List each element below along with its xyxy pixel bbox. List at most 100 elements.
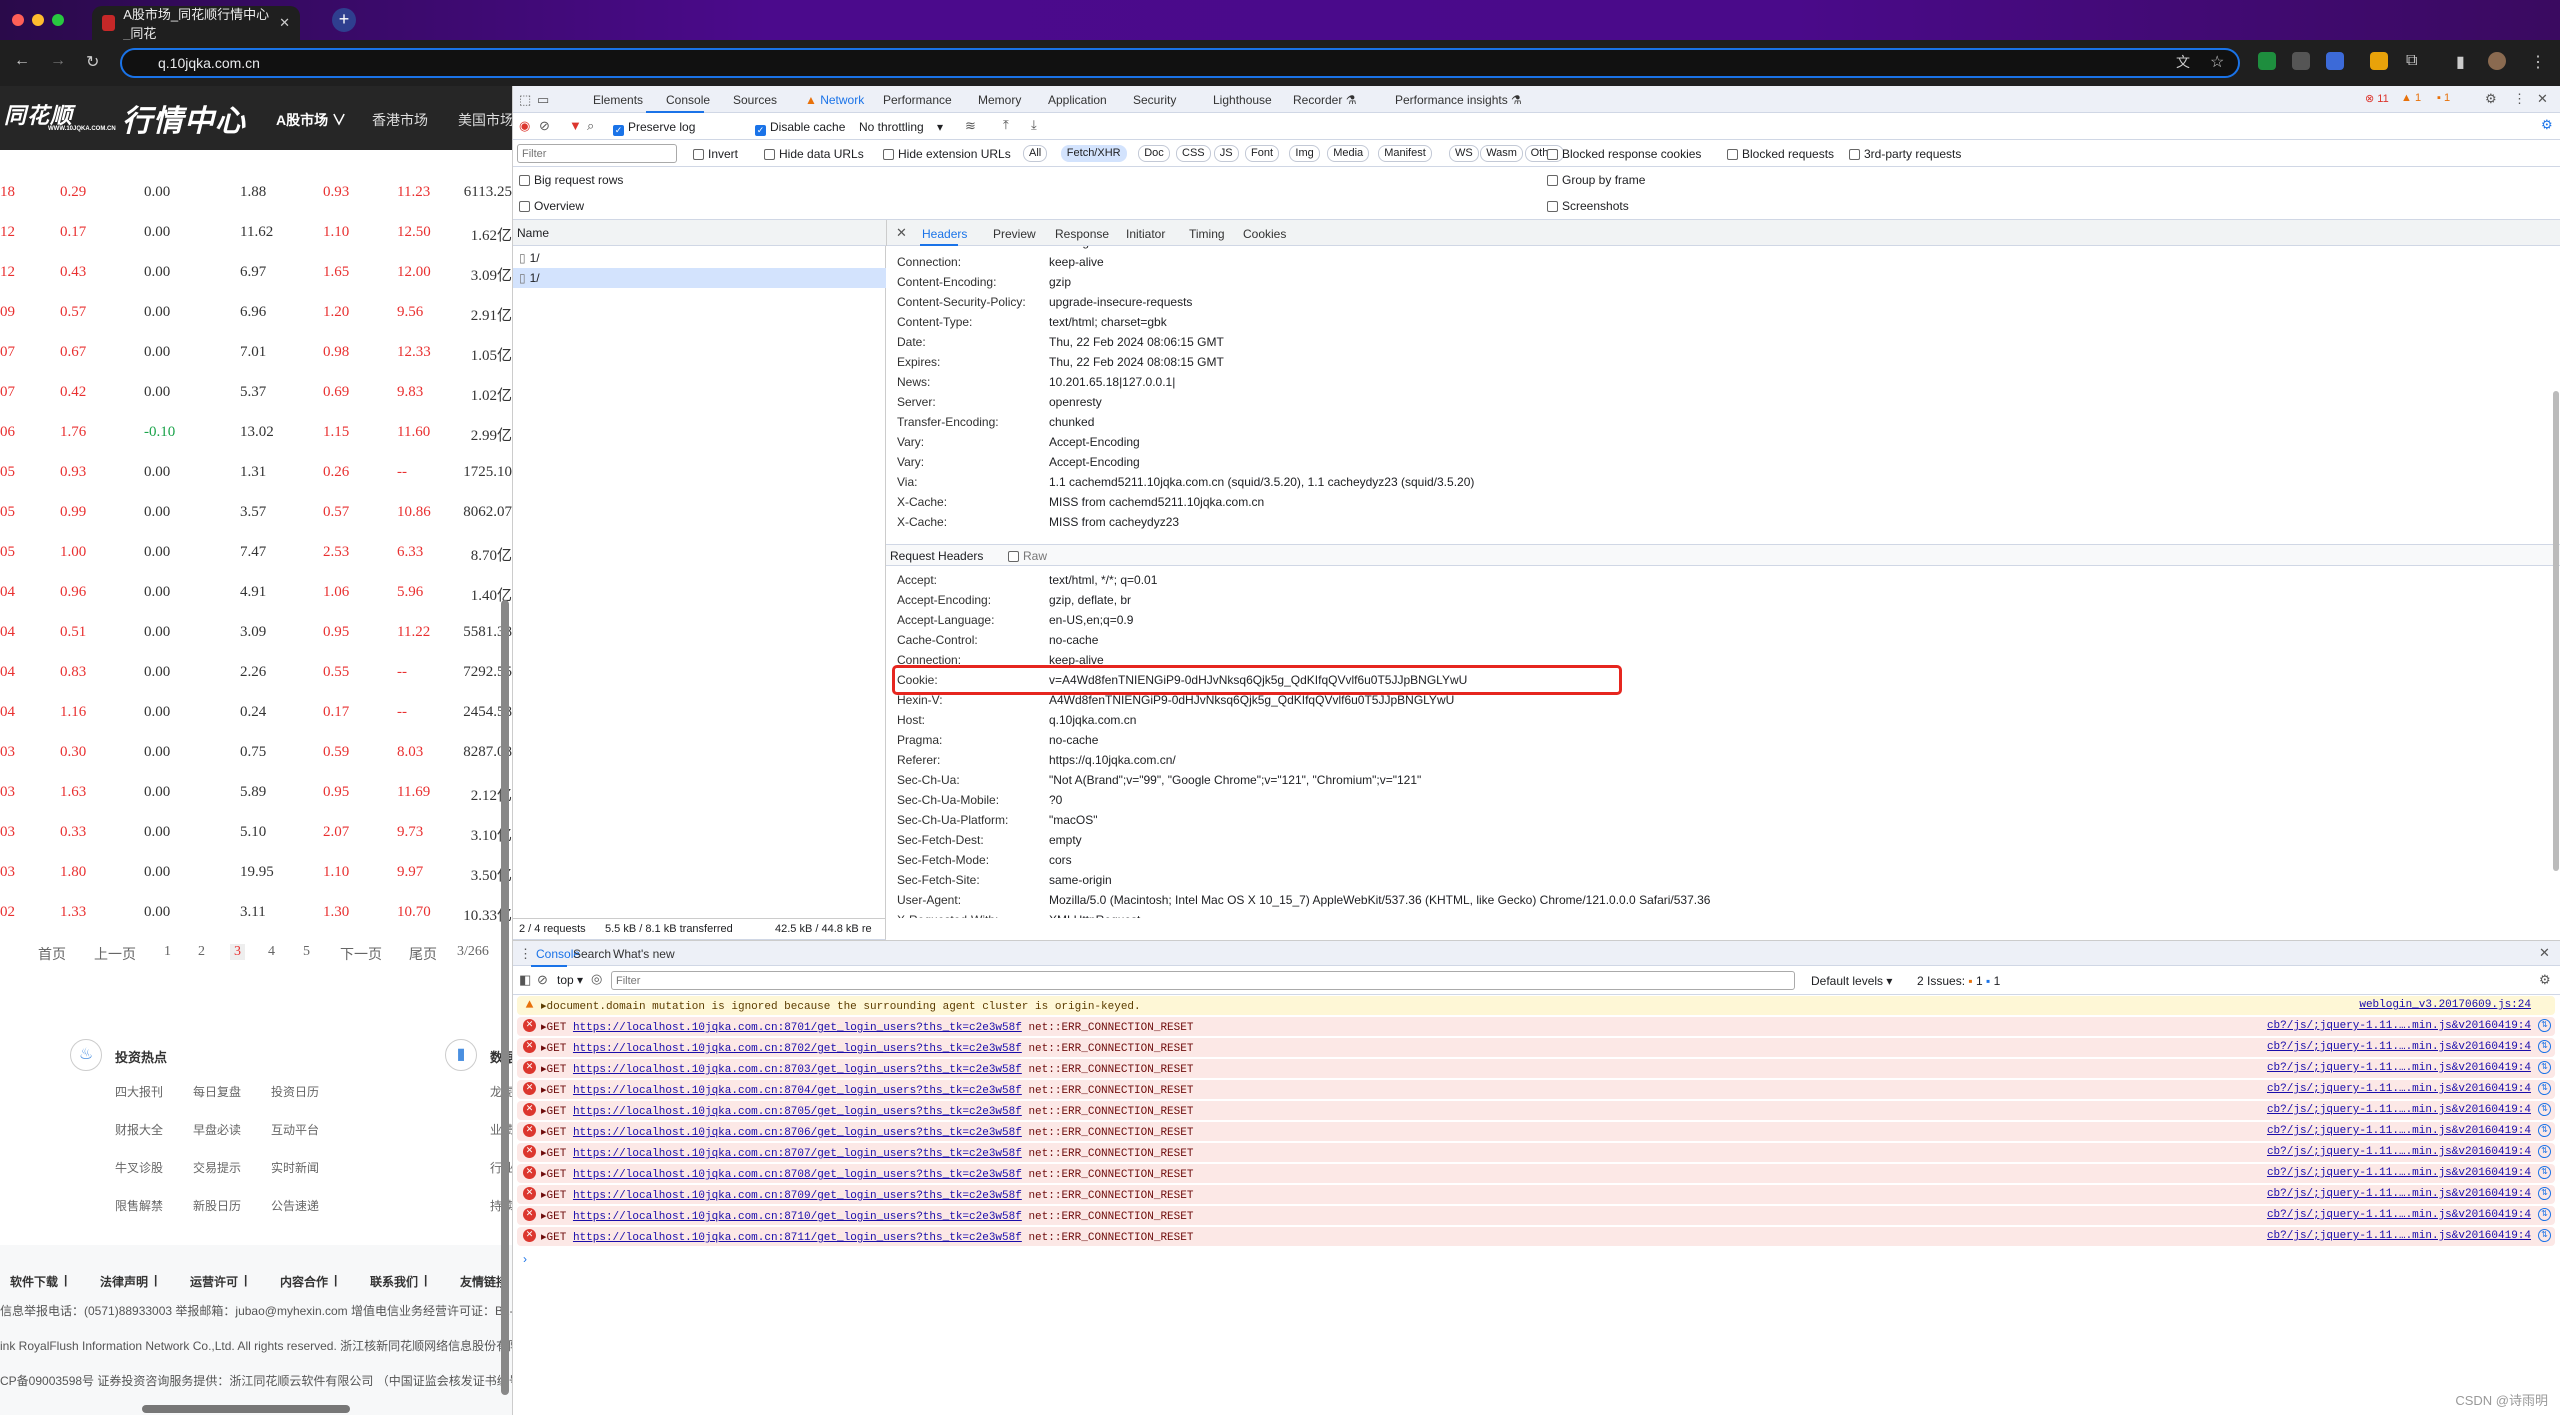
source-link[interactable]: cb?/js/;jquery-1.11.….min.js&v20160419:4 bbox=[2267, 1188, 2531, 1200]
next-page-link[interactable]: 下一页 bbox=[340, 944, 382, 964]
filter-type-img[interactable]: Img bbox=[1289, 145, 1320, 162]
footer-link[interactable]: 实时新闻 bbox=[271, 1159, 319, 1176]
request-url-link[interactable]: https://localhost.10jqka.com.cn:8704/get… bbox=[573, 1085, 1022, 1097]
table-row[interactable]: 18 0.29 0.00 1.88 0.93 11.23 6113.25 bbox=[0, 174, 512, 214]
page-horizontal-scrollbar[interactable] bbox=[142, 1405, 350, 1413]
blocked-requests-checkbox[interactable]: Blocked requests bbox=[1727, 147, 1834, 161]
filter-type-css[interactable]: CSS bbox=[1176, 145, 1211, 162]
group-by-frame-checkbox[interactable]: Group by frame bbox=[1547, 173, 1645, 187]
table-row[interactable]: 03 0.30 0.00 0.75 0.59 8.03 8287.08 bbox=[0, 734, 512, 774]
page-link[interactable]: 5 bbox=[303, 944, 310, 960]
bookmark-star-icon[interactable]: ☆ bbox=[2210, 52, 2224, 72]
extension-icon[interactable] bbox=[2370, 52, 2388, 70]
sidebar-toggle-icon[interactable]: ◧ bbox=[519, 972, 531, 988]
source-link[interactable]: cb?/js/;jquery-1.11.….min.js&v20160419:4 bbox=[2267, 1062, 2531, 1074]
prev-page-link[interactable]: 上一页 bbox=[94, 944, 136, 964]
network-filter-input[interactable] bbox=[517, 144, 677, 163]
console-error[interactable]: ✕ ▸GET https://localhost.10jqka.com.cn:87… bbox=[517, 1080, 2555, 1099]
table-row[interactable]: 03 1.63 0.00 5.89 0.95 11.69 2.12亿 bbox=[0, 774, 512, 814]
filter-type-fetchxhr[interactable]: Fetch/XHR bbox=[1060, 145, 1127, 162]
detail-tab-response[interactable]: Response bbox=[1055, 227, 1109, 241]
site-logo[interactable]: 同花顺 WWW.10JQKA.COM.CN 行情中心 bbox=[4, 98, 245, 138]
translate-icon[interactable]: 文 bbox=[2176, 52, 2190, 72]
settings-gear-icon[interactable]: ⚙ bbox=[2485, 91, 2497, 107]
third-party-requests-checkbox[interactable]: 3rd-party requests bbox=[1849, 147, 1961, 161]
warning-count[interactable]: ▲ 1 bbox=[2401, 92, 2421, 104]
nav-a-shares[interactable]: A股市场 ∨ bbox=[276, 110, 346, 130]
tab-recorder[interactable]: Recorder ⚗ bbox=[1293, 93, 1356, 107]
detail-tab-headers[interactable]: Headers bbox=[922, 227, 967, 241]
network-request-icon[interactable]: ⇅ bbox=[2538, 1166, 2551, 1179]
log-levels-select[interactable]: Default levels ▾ bbox=[1811, 974, 1892, 988]
hide-data-urls-checkbox[interactable]: Hide data URLs bbox=[764, 147, 864, 161]
request-headers-section[interactable]: Request Headers Raw bbox=[886, 544, 2560, 566]
avatar[interactable] bbox=[2488, 52, 2506, 70]
source-link[interactable]: cb?/js/;jquery-1.11.….min.js&v20160419:4 bbox=[2267, 1104, 2531, 1116]
table-row[interactable]: 04 1.16 0.00 0.24 0.17 -- 2454.58 bbox=[0, 694, 512, 734]
close-tab-icon[interactable]: ✕ bbox=[279, 15, 290, 31]
tab-security[interactable]: Security bbox=[1133, 93, 1176, 107]
request-url-link[interactable]: https://localhost.10jqka.com.cn:8701/get… bbox=[573, 1022, 1022, 1034]
network-request-icon[interactable]: ⇅ bbox=[2538, 1229, 2551, 1242]
request-url-link[interactable]: https://localhost.10jqka.com.cn:8711/get… bbox=[573, 1232, 1022, 1244]
clear-icon[interactable]: ⊘ bbox=[539, 118, 550, 134]
table-row[interactable]: 07 0.67 0.00 7.01 0.98 12.33 1.05亿 bbox=[0, 334, 512, 374]
nav-hk-market[interactable]: 香港市场 bbox=[372, 110, 428, 130]
last-page-link[interactable]: 尾页 bbox=[409, 944, 437, 964]
export-har-icon[interactable]: ⤓ bbox=[1031, 117, 1037, 133]
network-request-icon[interactable]: ⇅ bbox=[2538, 1061, 2551, 1074]
name-column-header[interactable]: Name bbox=[517, 226, 549, 240]
network-request-icon[interactable]: ⇅ bbox=[2538, 1208, 2551, 1221]
table-row[interactable]: 05 1.00 0.00 7.47 2.53 6.33 8.70亿 bbox=[0, 534, 512, 574]
filter-type-doc[interactable]: Doc bbox=[1138, 145, 1170, 162]
tab-lighthouse[interactable]: Lighthouse bbox=[1213, 93, 1272, 107]
tab-network[interactable]: ▲ Network bbox=[805, 93, 864, 107]
filter-type-media[interactable]: Media bbox=[1327, 145, 1370, 162]
close-drawer-icon[interactable]: ✕ bbox=[2539, 945, 2550, 961]
footer-link[interactable]: 牛叉诊股 bbox=[115, 1159, 163, 1176]
footer-link[interactable]: 公告速递 bbox=[271, 1197, 319, 1214]
tab-application[interactable]: Application bbox=[1048, 93, 1107, 107]
table-row[interactable]: 05 0.93 0.00 1.31 0.26 -- 1725.10 bbox=[0, 454, 512, 494]
detail-tab-preview[interactable]: Preview bbox=[993, 227, 1036, 241]
console-error[interactable]: ✕ ▸GET https://localhost.10jqka.com.cn:87… bbox=[517, 1038, 2555, 1057]
footer-bottom-link[interactable]: 内容合作 bbox=[280, 1273, 328, 1290]
filter-type-all[interactable]: All bbox=[1023, 145, 1048, 162]
extension-icon[interactable] bbox=[2326, 52, 2344, 70]
table-row[interactable]: 12 0.17 0.00 11.62 1.10 12.50 1.62亿 bbox=[0, 214, 512, 254]
console-error[interactable]: ✕ ▸GET https://localhost.10jqka.com.cn:87… bbox=[517, 1059, 2555, 1078]
page-link-current[interactable]: 3 bbox=[230, 944, 245, 960]
detail-tab-cookies[interactable]: Cookies bbox=[1243, 227, 1286, 241]
network-request-icon[interactable]: ⇅ bbox=[2538, 1187, 2551, 1200]
request-url-link[interactable]: https://localhost.10jqka.com.cn:8708/get… bbox=[573, 1169, 1022, 1181]
extensions-puzzle-icon[interactable]: ⧉ bbox=[2406, 52, 2417, 70]
table-row[interactable]: 04 0.96 0.00 4.91 1.06 5.96 1.40亿 bbox=[0, 574, 512, 614]
throttling-select[interactable]: No throttling ▾ bbox=[859, 120, 943, 134]
source-link[interactable]: cb?/js/;jquery-1.11.….min.js&v20160419:4 bbox=[2267, 1167, 2531, 1179]
overview-checkbox[interactable]: Overview bbox=[519, 199, 584, 213]
tab-performance-insights[interactable]: Performance insights ⚗ bbox=[1395, 93, 1522, 107]
menu-icon[interactable]: ⋮ bbox=[2530, 52, 2546, 72]
table-row[interactable]: 03 0.33 0.00 5.10 2.07 9.73 3.10亿 bbox=[0, 814, 512, 854]
network-request-icon[interactable]: ⇅ bbox=[2538, 1124, 2551, 1137]
request-headers-toggle[interactable]: Request Headers bbox=[890, 549, 983, 563]
source-link[interactable]: weblogin_v3.20170609.js:24 bbox=[2359, 999, 2531, 1011]
filter-type-manifest[interactable]: Manifest bbox=[1378, 145, 1432, 162]
request-url-link[interactable]: https://localhost.10jqka.com.cn:8705/get… bbox=[573, 1106, 1022, 1118]
footer-link[interactable]: 互动平台 bbox=[271, 1121, 319, 1138]
tab-elements[interactable]: Elements bbox=[593, 93, 643, 107]
preserve-log-checkbox[interactable]: ✓ Preserve log bbox=[613, 120, 695, 136]
footer-bottom-link[interactable]: 法律声明 bbox=[100, 1273, 148, 1290]
close-detail-icon[interactable]: ✕ bbox=[896, 225, 907, 241]
footer-bottom-link[interactable]: 运营许可 bbox=[190, 1273, 238, 1290]
request-row[interactable]: ▯ 1/ bbox=[513, 248, 886, 268]
first-page-link[interactable]: 首页 bbox=[38, 944, 66, 964]
big-request-rows-checkbox[interactable]: Big request rows bbox=[519, 173, 623, 187]
footer-link[interactable]: 限售解禁 bbox=[115, 1197, 163, 1214]
table-row[interactable]: 04 0.51 0.00 3.09 0.95 11.22 5581.38 bbox=[0, 614, 512, 654]
more-options-icon[interactable]: ⋮ bbox=[2513, 91, 2526, 107]
close-window-button[interactable] bbox=[12, 14, 24, 26]
drawer-tab-search[interactable]: Search bbox=[573, 947, 611, 961]
request-url-link[interactable]: https://localhost.10jqka.com.cn:8706/get… bbox=[573, 1127, 1022, 1139]
footer-link[interactable]: 财报大全 bbox=[115, 1121, 163, 1138]
